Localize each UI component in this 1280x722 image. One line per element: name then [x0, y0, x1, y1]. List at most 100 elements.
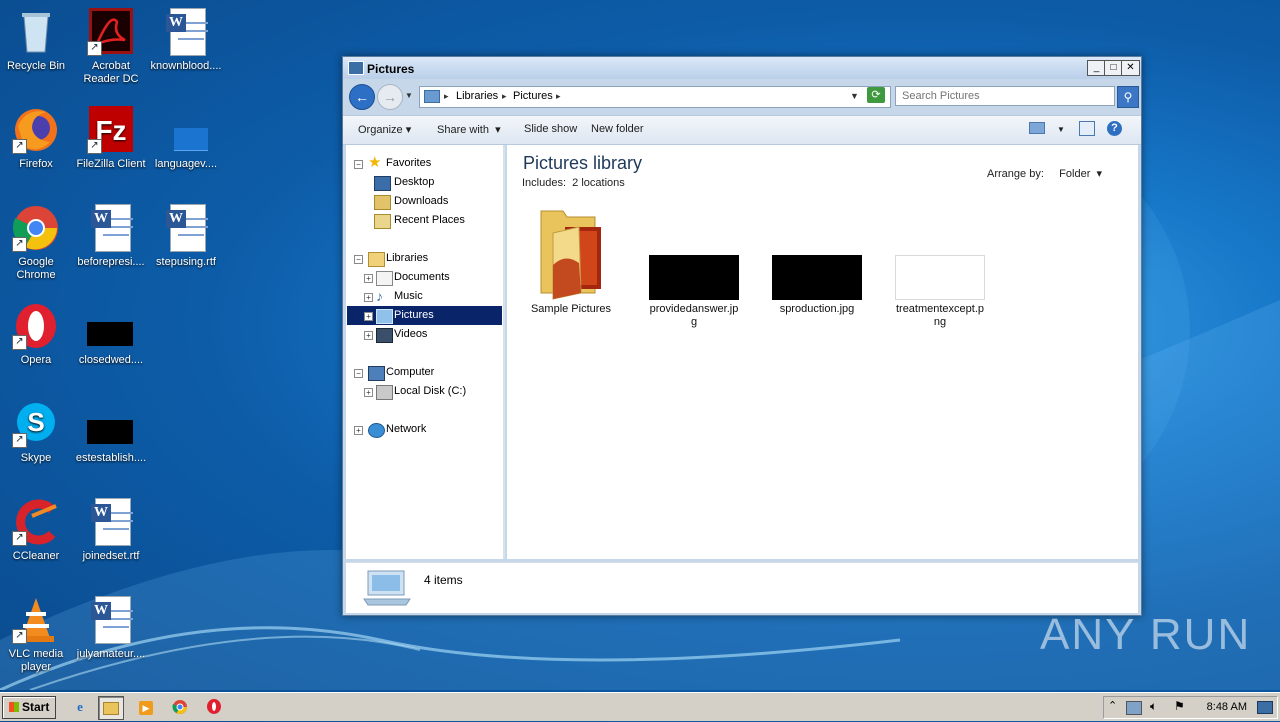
breadcrumb-libraries[interactable]: Libraries [456, 90, 498, 102]
recent-pages-dropdown[interactable]: ▼ [405, 91, 413, 100]
system-tray: ⌃ 🔈︎ ⚑ 8:48 AM [1103, 696, 1278, 719]
desktop-icon-chrome[interactable]: ↗ Google Chrome [0, 204, 74, 282]
collapse-icon[interactable]: − [354, 160, 363, 169]
tree-favorites[interactable]: − ★ Favorites [354, 154, 504, 173]
taskbar-ie[interactable]: e [68, 696, 92, 718]
network-status-icon[interactable] [1126, 701, 1142, 715]
search-icon: ⚲ [1123, 90, 1133, 104]
forward-button[interactable]: → [377, 84, 403, 110]
expand-icon[interactable]: + [364, 312, 373, 321]
desktop-icon-label: Acrobat Reader DC [83, 60, 139, 85]
action-center-flag-icon[interactable]: ⚑ [1174, 699, 1185, 713]
show-hidden-icons-icon[interactable]: ⌃ [1108, 699, 1117, 712]
desktop-icon-closedwed[interactable]: closedwed.... [73, 302, 149, 367]
library-icon [424, 90, 440, 103]
chrome-icon [172, 700, 187, 714]
refresh-icon: ⟳ [871, 89, 881, 101]
collapse-icon[interactable]: − [354, 369, 363, 378]
image-thumbnail [772, 255, 862, 300]
desktop-icon-label: languagev.... [154, 158, 218, 170]
address-row: ← → ▼ ▸ Libraries ▸ Pictures ▸ ▼ ⟳ ⚲ [347, 82, 1139, 110]
media-player-icon: ▶ [139, 701, 153, 715]
file-item[interactable]: Sample Pictures [525, 205, 617, 325]
skype-icon: S ↗ [12, 400, 60, 448]
desktop-icon-label: Recycle Bin [6, 60, 66, 72]
share-with-button[interactable]: Share with ▾ [437, 123, 501, 136]
command-bar: Organize ▾ Share with ▾ Slide show New f… [343, 115, 1141, 145]
watermark: ANY RUN [1040, 610, 1252, 659]
start-button[interactable]: Start [2, 696, 56, 719]
slide-show-button[interactable]: Slide show [524, 123, 577, 135]
arrange-by: Arrange by: Folder ▾ [987, 168, 1102, 180]
taskbar-chrome[interactable] [168, 696, 192, 718]
folder-icon [103, 702, 119, 715]
desktop-icon-estestablish[interactable]: estestablish.... [73, 400, 149, 465]
tree-network[interactable]: + Network [354, 420, 504, 439]
show-desktop-icon[interactable] [1257, 701, 1273, 714]
search-input[interactable] [895, 86, 1115, 106]
help-icon[interactable]: ? [1107, 121, 1122, 136]
desktop-icon-vlc[interactable]: ↗ VLC media player [0, 596, 74, 674]
recent-places-icon [374, 214, 391, 229]
title-bar[interactable]: Pictures _ □ ✕ [343, 57, 1141, 79]
tree-libraries[interactable]: − Libraries [354, 249, 504, 268]
desktop-icon-firefox[interactable]: ↗ Firefox [0, 106, 74, 171]
taskbar-explorer[interactable] [98, 696, 124, 720]
expand-icon[interactable]: + [364, 274, 373, 283]
tree-pictures[interactable]: + Pictures [347, 306, 502, 325]
desktop-icon-recycle-bin[interactable]: Recycle Bin [0, 8, 74, 73]
vlc-icon: ↗ [12, 596, 60, 644]
expand-icon[interactable]: + [364, 331, 373, 340]
address-bar[interactable]: ▸ Libraries ▸ Pictures ▸ ▼ [419, 86, 891, 108]
desktop-icon [374, 176, 391, 191]
taskbar-opera[interactable] [202, 696, 226, 718]
pictures-icon [376, 309, 393, 324]
back-button[interactable]: ← [349, 84, 375, 110]
expand-icon[interactable]: + [364, 388, 373, 397]
desktop-icon-label: knownblood.... [150, 60, 222, 72]
desktop-icon-julyamateur[interactable]: W julyamateur.... [73, 596, 149, 661]
word-doc-icon: W [87, 204, 135, 252]
file-item[interactable]: treatmentexcept.png [894, 205, 986, 335]
arrange-by-dropdown[interactable]: Folder ▾ [1059, 168, 1102, 180]
refresh-button[interactable]: ⟳ [867, 87, 885, 103]
star-icon: ★ [368, 154, 382, 171]
file-item[interactable]: providedanswer.jpg [648, 205, 740, 335]
desktop-icon-skype[interactable]: S ↗ Skype [0, 400, 74, 465]
volume-icon[interactable]: 🔈︎ [1150, 699, 1157, 714]
image-thumbnail [895, 255, 985, 300]
desktop-icon-label: estestablish.... [75, 452, 147, 464]
clock[interactable]: 8:48 AM [1207, 701, 1247, 713]
desktop-icon-stepusing[interactable]: W stepusing.rtf [148, 204, 224, 269]
taskbar-media-player[interactable]: ▶ [134, 696, 158, 718]
view-options-dropdown-icon[interactable]: ▼ [1057, 125, 1065, 134]
desktop-icon-label: VLC media player [8, 648, 64, 673]
close-button[interactable]: ✕ [1121, 60, 1140, 76]
desktop-icon-acrobat[interactable]: ↗ Acrobat Reader DC [73, 8, 149, 86]
address-dropdown-icon[interactable]: ▼ [850, 91, 859, 101]
shortcut-arrow-icon: ↗ [12, 335, 27, 350]
organize-button[interactable]: Organize ▾ [358, 123, 411, 136]
search-button[interactable]: ⚲ [1117, 86, 1139, 108]
expand-icon[interactable]: + [354, 426, 363, 435]
desktop-icon-opera[interactable]: ↗ Opera [0, 302, 74, 367]
shortcut-arrow-icon: ↗ [12, 433, 27, 448]
desktop-icon-label: julyamateur.... [76, 648, 146, 660]
tree-computer[interactable]: − Computer [354, 363, 504, 382]
locations-link[interactable]: 2 locations [572, 177, 625, 189]
desktop-icon-joinedset[interactable]: W joinedset.rtf [73, 498, 149, 563]
breadcrumb-pictures[interactable]: Pictures [513, 90, 553, 102]
desktop-icon-filezilla[interactable]: Fz ↗ FileZilla Client [73, 106, 149, 171]
desktop-icon-ccleaner[interactable]: ↗ CCleaner [0, 498, 74, 563]
desktop-icon-languagev[interactable]: languagev.... [148, 106, 224, 171]
collapse-icon[interactable]: − [354, 255, 363, 264]
breadcrumb-separator-icon: ▸ [444, 91, 449, 101]
change-view-icon[interactable] [1029, 122, 1045, 134]
expand-icon[interactable]: + [364, 293, 373, 302]
desktop-icon-knownblood[interactable]: W knownblood.... [148, 8, 224, 73]
new-folder-button[interactable]: New folder [591, 123, 644, 135]
desktop-icon-beforepresi[interactable]: W beforepresi.... [73, 204, 149, 269]
file-item[interactable]: sproduction.jpg [771, 205, 863, 325]
opera-icon: ↗ [12, 302, 60, 350]
preview-pane-icon[interactable] [1079, 121, 1095, 136]
